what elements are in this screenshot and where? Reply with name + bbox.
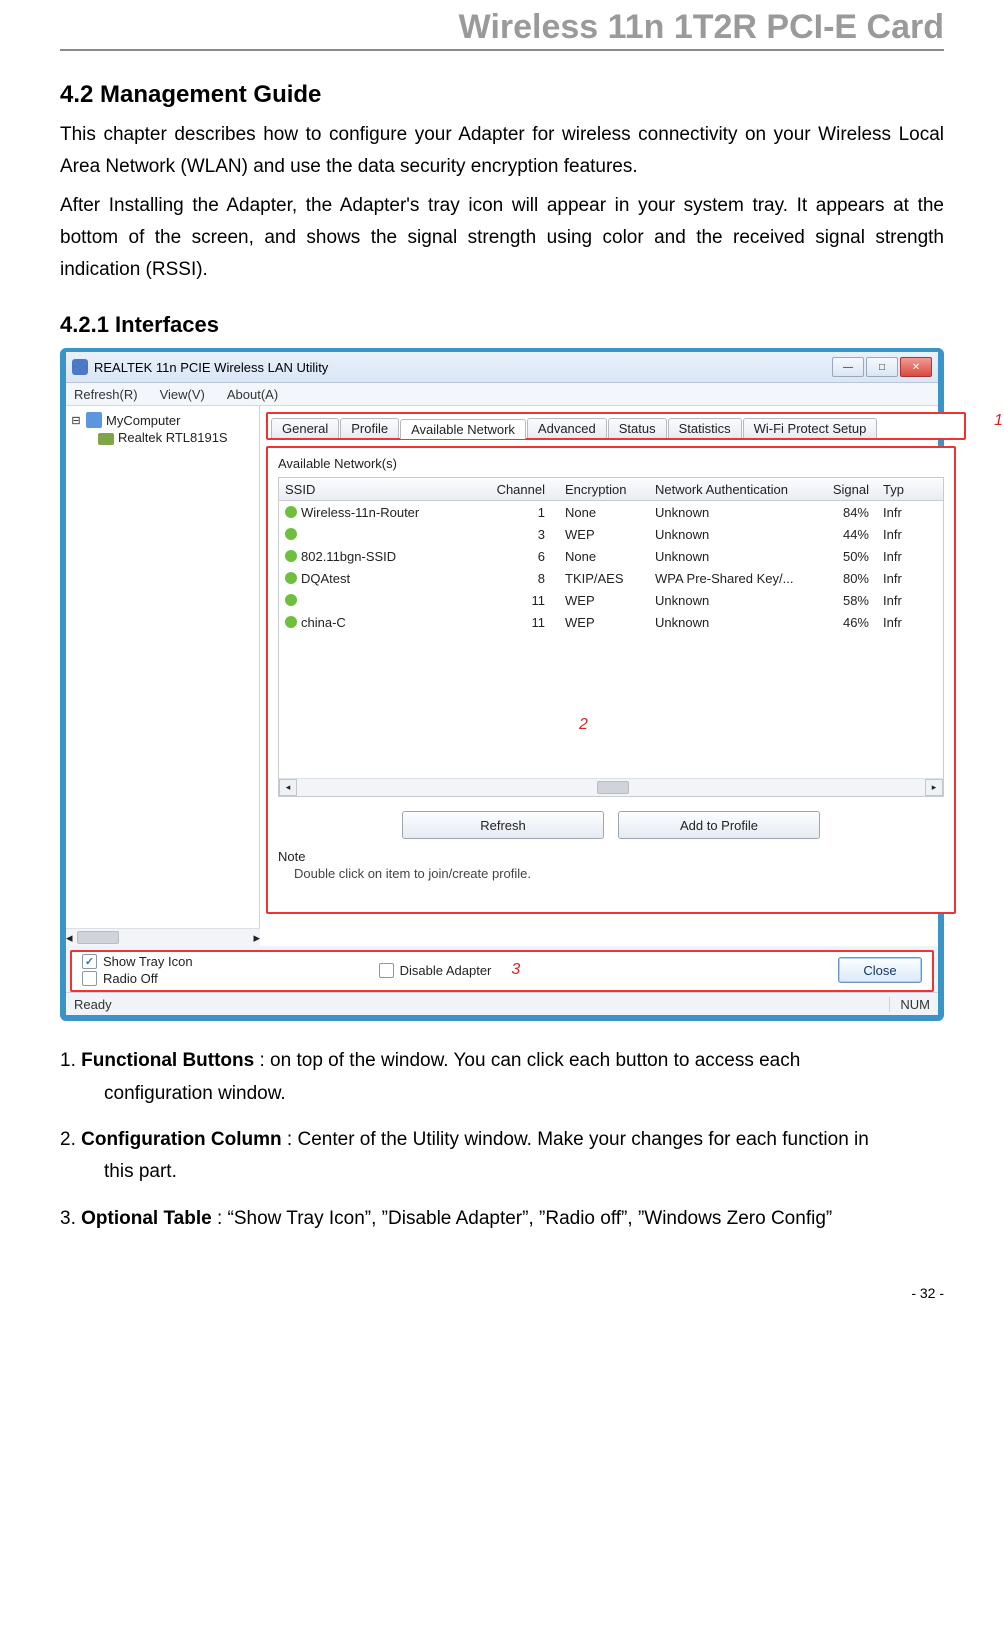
tab-wps[interactable]: Wi-Fi Protect Setup xyxy=(743,418,878,438)
network-icon xyxy=(285,550,297,562)
col-channel[interactable]: Channel xyxy=(489,482,559,497)
paragraph-2: After Installing the Adapter, the Adapte… xyxy=(60,190,944,287)
table-row[interactable]: 11WEPUnknown58%Infr xyxy=(279,589,943,611)
radio-off-label: Radio Off xyxy=(103,971,158,986)
tree-child-label: Realtek RTL8191S xyxy=(118,430,228,445)
app-icon xyxy=(72,359,88,375)
list-item-1: 1. Functional Buttons : on top of the wi… xyxy=(60,1045,944,1110)
network-icon xyxy=(285,594,297,606)
group-label: Available Network(s) xyxy=(278,456,944,471)
tree-child[interactable]: Realtek RTL8191S xyxy=(98,430,255,445)
scroll-thumb[interactable] xyxy=(597,781,629,794)
show-tray-label: Show Tray Icon xyxy=(103,954,193,969)
config-panel: Available Network(s) SSID Channel Encryp… xyxy=(266,446,956,914)
page-number: - 32 - xyxy=(60,1285,944,1301)
disable-adapter-label: Disable Adapter xyxy=(400,963,492,978)
close-button[interactable]: Close xyxy=(838,957,922,983)
callout-1: 1 xyxy=(994,412,1003,430)
list-item-2: 2. Configuration Column : Center of the … xyxy=(60,1124,944,1189)
disable-adapter-checkbox[interactable]: Disable Adapter xyxy=(379,963,492,978)
table-row[interactable]: 802.11bgn-SSID6NoneUnknown50%Infr xyxy=(279,545,943,567)
scroll-left-icon[interactable]: ◂ xyxy=(66,930,73,946)
paragraph-1: This chapter describes how to configure … xyxy=(60,119,944,184)
callout-3: 3 xyxy=(511,961,520,979)
checkbox-icon xyxy=(379,963,394,978)
window-close-button[interactable]: ✕ xyxy=(900,357,932,377)
status-num: NUM xyxy=(889,997,930,1012)
minimize-button[interactable]: — xyxy=(832,357,864,377)
titlebar: REALTEK 11n PCIE Wireless LAN Utility — … xyxy=(66,352,938,383)
callout-2: 2 xyxy=(579,716,588,734)
options-row: ✓ Show Tray Icon Radio Off Disable Adapt… xyxy=(70,950,934,992)
tree-scrollbar[interactable]: ◂ ▸ xyxy=(66,928,260,946)
section-title: 4.2 Management Guide xyxy=(60,81,944,109)
network-icon xyxy=(285,528,297,540)
refresh-button[interactable]: Refresh xyxy=(402,811,604,839)
scroll-thumb[interactable] xyxy=(77,931,119,944)
scroll-left-icon[interactable]: ◂ xyxy=(279,779,297,796)
computer-icon xyxy=(86,412,102,428)
tree-collapse-icon[interactable]: ⊟ xyxy=(70,414,82,427)
col-ssid[interactable]: SSID xyxy=(279,482,489,497)
table-row[interactable]: Wireless-11n-Router1NoneUnknown84%Infr xyxy=(279,501,943,523)
table-row[interactable]: china-C11WEPUnknown46%Infr xyxy=(279,611,943,633)
device-tree: ⊟ MyComputer Realtek RTL8191S xyxy=(66,406,260,928)
add-to-profile-button[interactable]: Add to Profile xyxy=(618,811,820,839)
status-bar: Ready NUM xyxy=(66,992,938,1015)
note-text: Double click on item to join/create prof… xyxy=(294,866,944,881)
adapter-icon xyxy=(98,433,114,445)
network-icon xyxy=(285,616,297,628)
tree-root[interactable]: ⊟ MyComputer xyxy=(70,412,255,428)
menu-view[interactable]: View(V) xyxy=(160,387,205,402)
app-window: REALTEK 11n PCIE Wireless LAN Utility — … xyxy=(60,348,944,1021)
checkbox-icon xyxy=(82,971,97,986)
tab-strip: General Profile Available Network Advanc… xyxy=(266,412,966,440)
window-title: REALTEK 11n PCIE Wireless LAN Utility xyxy=(94,360,832,375)
status-text: Ready xyxy=(74,997,112,1012)
tab-advanced[interactable]: Advanced xyxy=(527,418,607,438)
table-row[interactable]: DQAtest8TKIP/AESWPA Pre-Shared Key/...80… xyxy=(279,567,943,589)
col-encryption[interactable]: Encryption xyxy=(559,482,649,497)
table-scrollbar[interactable]: ◂ ▸ xyxy=(279,778,943,796)
checkbox-checked-icon: ✓ xyxy=(82,954,97,969)
col-signal[interactable]: Signal xyxy=(819,482,877,497)
menu-refresh[interactable]: Refresh(R) xyxy=(74,387,138,402)
network-table: SSID Channel Encryption Network Authenti… xyxy=(278,477,944,797)
note-label: Note xyxy=(278,849,944,864)
scroll-right-icon[interactable]: ▸ xyxy=(925,779,943,796)
maximize-button[interactable]: □ xyxy=(866,357,898,377)
table-header: SSID Channel Encryption Network Authenti… xyxy=(279,478,943,501)
tab-profile[interactable]: Profile xyxy=(340,418,399,438)
show-tray-checkbox[interactable]: ✓ Show Tray Icon xyxy=(82,954,193,969)
network-icon xyxy=(285,572,297,584)
tab-statistics[interactable]: Statistics xyxy=(668,418,742,438)
col-type[interactable]: Typ xyxy=(877,482,907,497)
list-item-3: 3. Optional Table : “Show Tray Icon”, ”D… xyxy=(60,1203,944,1235)
subsection-title: 4.2.1 Interfaces xyxy=(60,312,944,338)
network-icon xyxy=(285,506,297,518)
col-auth[interactable]: Network Authentication xyxy=(649,482,819,497)
page-header: Wireless 11n 1T2R PCI-E Card xyxy=(60,8,944,51)
table-row[interactable]: 3WEPUnknown44%Infr xyxy=(279,523,943,545)
radio-off-checkbox[interactable]: Radio Off xyxy=(82,971,193,986)
tree-root-label: MyComputer xyxy=(106,413,180,428)
menu-bar: Refresh(R) View(V) About(A) xyxy=(66,383,938,406)
menu-about[interactable]: About(A) xyxy=(227,387,278,402)
tab-available-network[interactable]: Available Network xyxy=(400,419,526,439)
tab-status[interactable]: Status xyxy=(608,418,667,438)
tab-general[interactable]: General xyxy=(271,418,339,438)
